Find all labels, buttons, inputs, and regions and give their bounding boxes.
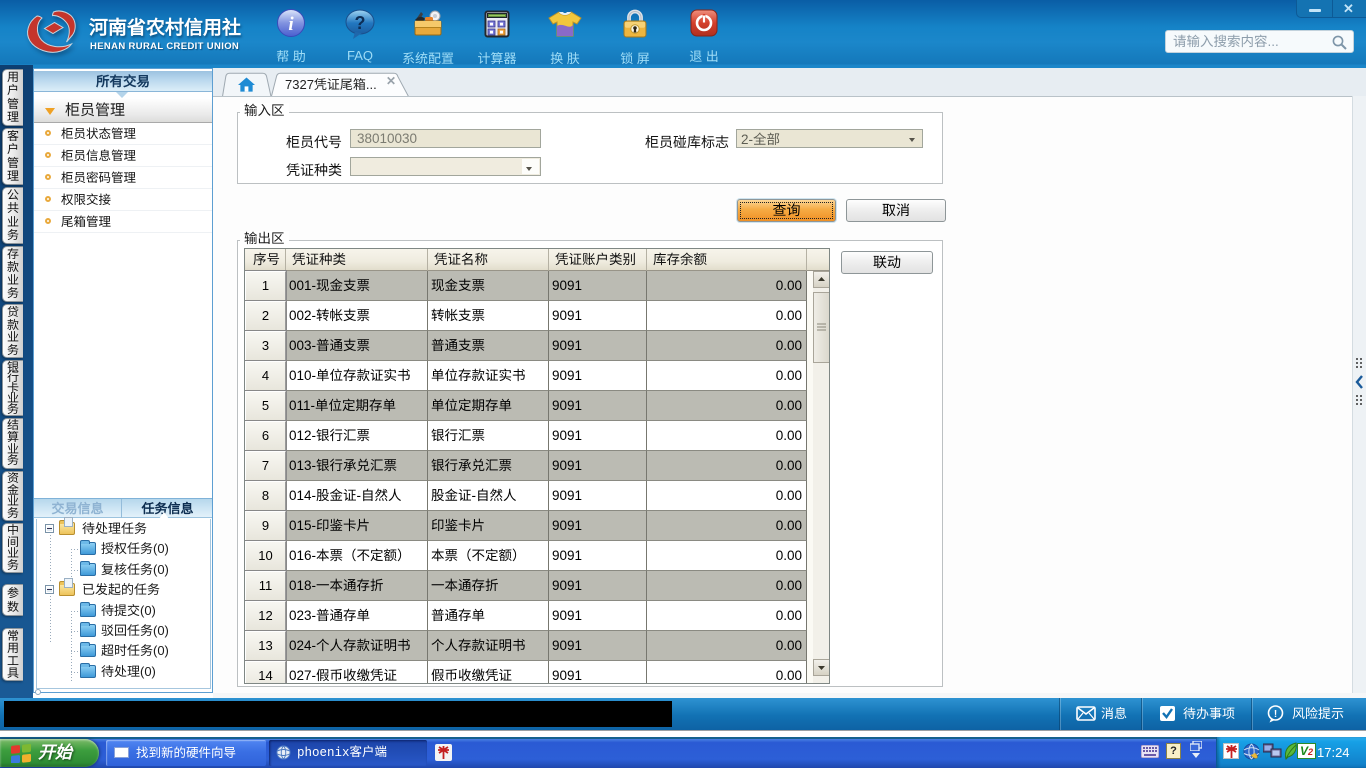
svg-text:?: ? bbox=[355, 13, 366, 33]
svg-text:i: i bbox=[288, 14, 294, 35]
svg-text:!: ! bbox=[1274, 709, 1277, 720]
